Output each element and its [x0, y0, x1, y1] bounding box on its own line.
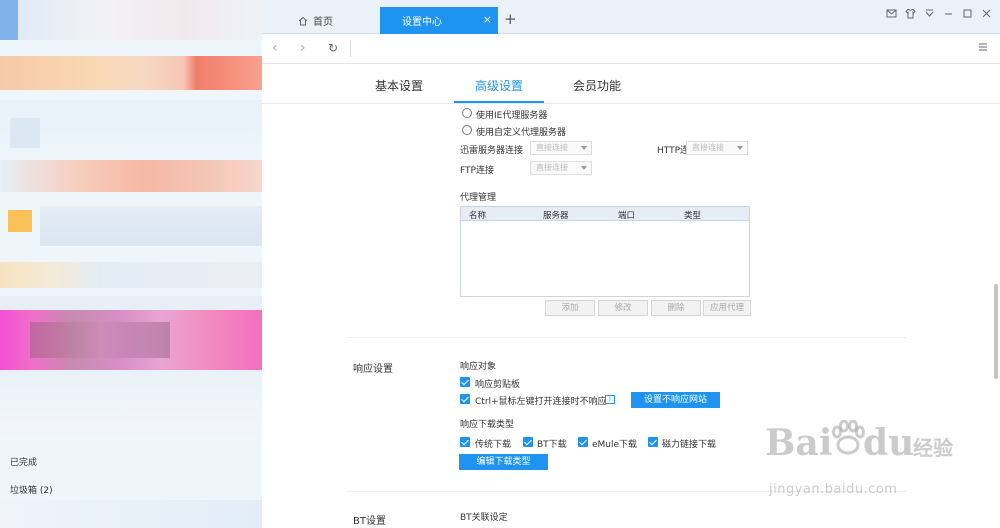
navigation-bar: ‹ › ↻	[262, 34, 1000, 64]
blurred-region	[40, 206, 262, 246]
close-window-icon[interactable]	[981, 8, 992, 19]
edit-download-types-button[interactable]: 编辑下载类型	[459, 454, 548, 470]
thunder-connection-select[interactable]: 直接连接	[530, 141, 592, 155]
clipboard-label: 响应剪贴板	[475, 380, 521, 390]
dropdown-icon[interactable]	[924, 8, 935, 19]
thunder-connection-label: 迅雷服务器连接	[460, 146, 524, 156]
tab-member-features[interactable]: 会员功能	[573, 77, 621, 94]
refresh-button[interactable]: ↻	[328, 41, 338, 55]
traditional-download-checkbox[interactable]	[460, 437, 470, 447]
skin-icon[interactable]	[905, 8, 916, 19]
clipboard-checkbox[interactable]	[460, 377, 470, 387]
bt-download-label: BT下载	[537, 440, 567, 450]
nav-separator	[350, 40, 351, 57]
trash-label[interactable]: 垃圾箱 (2)	[10, 483, 53, 496]
sidebar: 已完成 垃圾箱 (2)	[0, 0, 262, 528]
column-name: 名称	[469, 211, 487, 221]
emule-download-checkbox[interactable]	[578, 437, 588, 447]
blurred-region	[0, 160, 262, 192]
magnet-download-checkbox[interactable]	[648, 437, 658, 447]
ftp-connection-select[interactable]: 直接连接	[530, 161, 592, 175]
blurred-region	[0, 262, 262, 288]
response-section-title: 响应设置	[353, 364, 393, 375]
ftp-connection-label: FTP连接	[460, 166, 494, 176]
http-connection-select[interactable]: 直接连接	[686, 141, 748, 155]
magnet-download-label: 磁力链接下载	[662, 440, 717, 450]
ie-proxy-label: 使用IE代理服务器	[476, 111, 548, 121]
blurred-region	[10, 118, 40, 148]
blurred-region	[0, 500, 262, 528]
completed-label[interactable]: 已完成	[10, 455, 37, 468]
proxy-table[interactable]: 名称 服务器 端口 类型	[460, 206, 750, 297]
tab-settings-label: 设置中心	[402, 17, 442, 28]
radio-custom-proxy[interactable]	[462, 125, 472, 135]
tab-home-label: 首页	[313, 17, 333, 28]
bt-download-checkbox[interactable]	[523, 437, 533, 447]
blurred-region	[8, 210, 32, 232]
radio-ie-proxy[interactable]	[462, 108, 472, 118]
download-types-title: 响应下载类型	[460, 420, 515, 430]
tab-bar: 首页 设置中心 × +	[262, 0, 1000, 34]
response-object-title: 响应对象	[460, 362, 497, 372]
tab-settings-center[interactable]: 设置中心 ×	[380, 7, 498, 34]
edit-proxy-button[interactable]: 修改	[598, 300, 648, 316]
section-divider	[347, 337, 907, 338]
vertical-scrollbar[interactable]	[990, 104, 1000, 528]
proxy-manage-title: 代理管理	[460, 193, 497, 203]
menu-icon[interactable]	[978, 42, 988, 55]
ctrl-click-label: Ctrl+鼠标左键打开连接时不响应	[475, 397, 607, 407]
blurred-region	[0, 370, 262, 440]
column-server: 服务器	[543, 211, 569, 221]
emule-download-label: eMule下载	[592, 440, 638, 450]
close-tab-icon[interactable]: ×	[483, 13, 492, 26]
set-no-response-sites-button[interactable]: 设置不响应网站	[631, 392, 720, 408]
column-port: 端口	[618, 211, 636, 221]
bt-section-title: BT设置	[353, 516, 386, 527]
scrollbar-thumb[interactable]	[994, 284, 998, 379]
mail-icon[interactable]	[886, 8, 897, 19]
blurred-region	[0, 0, 262, 40]
minimize-icon[interactable]	[943, 8, 954, 19]
blurred-region	[30, 322, 170, 358]
blurred-region	[0, 56, 262, 90]
forward-button[interactable]: ›	[300, 40, 306, 56]
column-type: 类型	[684, 211, 702, 221]
section-divider	[347, 491, 907, 492]
apply-proxy-button[interactable]: 应用代理	[703, 300, 751, 316]
traditional-download-label: 传统下载	[475, 440, 512, 450]
ctrl-click-checkbox[interactable]	[460, 394, 470, 404]
settings-tabs: 基本设置 高级设置 会员功能	[262, 64, 1000, 104]
blurred-region	[0, 296, 262, 310]
info-icon[interactable]: i	[605, 395, 615, 404]
delete-proxy-button[interactable]: 删除	[651, 300, 701, 316]
home-icon	[298, 16, 308, 25]
proxy-table-header: 名称 服务器 端口 类型	[461, 207, 749, 221]
app-window: 已完成 垃圾箱 (2) 首页 设置中心 × + ‹ › ↻ 基本设置 高级设置 …	[0, 0, 1000, 528]
tab-basic-settings[interactable]: 基本设置	[375, 77, 423, 94]
custom-proxy-label: 使用自定义代理服务器	[476, 128, 567, 138]
back-button[interactable]: ‹	[272, 40, 278, 56]
new-tab-button[interactable]: +	[504, 10, 517, 28]
add-proxy-button[interactable]: 添加	[545, 300, 595, 316]
settings-content: 使用IE代理服务器 使用自定义代理服务器 迅雷服务器连接 直接连接 HTTP连接…	[262, 104, 990, 528]
bt-association-title: BT关联设定	[460, 513, 508, 523]
tab-advanced-settings[interactable]: 高级设置	[475, 77, 523, 94]
blurred-region	[0, 0, 18, 40]
tab-home[interactable]: 首页	[282, 7, 380, 34]
active-tab-indicator	[454, 101, 544, 103]
maximize-icon[interactable]	[962, 8, 973, 19]
window-controls	[886, 8, 992, 19]
